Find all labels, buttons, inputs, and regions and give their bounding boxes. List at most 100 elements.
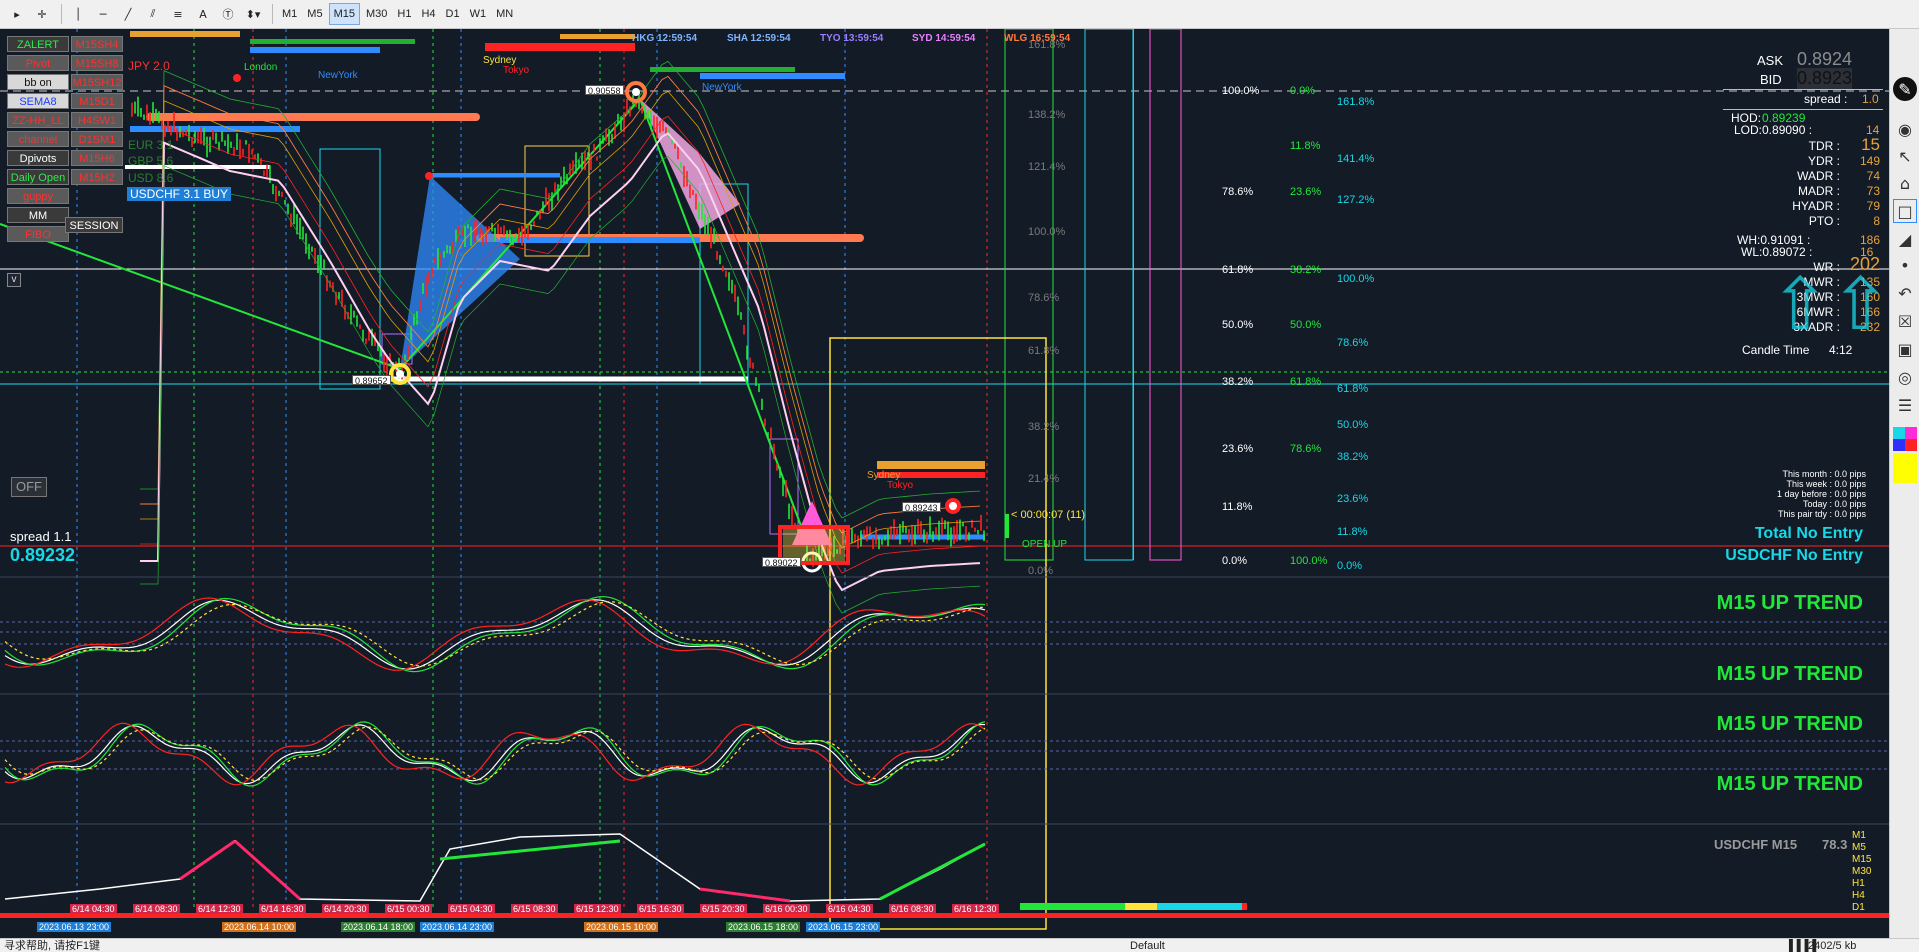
pivot-button[interactable]: Pivot bbox=[7, 55, 69, 71]
fib-extension: 161.8% bbox=[1337, 96, 1375, 108]
tf-d1[interactable]: D1 bbox=[442, 3, 464, 25]
session-name: London bbox=[244, 62, 278, 73]
fib-percent: 11.8% bbox=[1222, 501, 1253, 513]
tf-toggle[interactable]: M15SH4 bbox=[71, 36, 123, 52]
tf-toggle[interactable]: M15D1 bbox=[71, 93, 123, 109]
envelope-bands bbox=[140, 60, 981, 614]
time-axis-label: 6/15 08:30 bbox=[511, 904, 558, 914]
pen-icon[interactable]: ✎ bbox=[1893, 77, 1917, 101]
cursor-icon[interactable]: ▸ bbox=[6, 3, 28, 25]
fib-extension: 50.0% bbox=[1337, 419, 1369, 431]
tf-m15[interactable]: M15 bbox=[328, 3, 360, 25]
session-button[interactable]: SESSION bbox=[65, 217, 123, 233]
tf-m30[interactable]: M30 bbox=[362, 3, 391, 25]
status-profile: Default bbox=[1130, 940, 1165, 952]
trendline-icon[interactable]: ╱ bbox=[117, 3, 139, 25]
vertical-line-icon[interactable]: │ bbox=[67, 3, 89, 25]
bid-label: BID bbox=[1760, 72, 1782, 87]
tf-w1[interactable]: W1 bbox=[466, 3, 491, 25]
eraser-icon[interactable]: ◢ bbox=[1893, 227, 1917, 251]
timeline-marker: 2023.06.15 23:00 bbox=[806, 922, 881, 932]
zz-hh-ll-button[interactable]: ZZ-HH_LL bbox=[7, 112, 69, 128]
harmonic-pattern bbox=[400, 176, 520, 369]
fib-level: 61.8% bbox=[1028, 345, 1060, 357]
tf-toggle[interactable]: M15H6 bbox=[71, 150, 123, 166]
time-axis-label: 6/15 04:30 bbox=[448, 904, 495, 914]
fib-box bbox=[1149, 29, 1182, 561]
bid-value: 0.8923 bbox=[1797, 68, 1853, 89]
strength-strip bbox=[1125, 903, 1157, 910]
time-axis-label: 6/15 20:30 bbox=[700, 904, 747, 914]
collapse-button[interactable]: v bbox=[7, 273, 21, 287]
candle-countdown: < 00:00:07 (11) bbox=[1011, 509, 1086, 521]
tf-toggle[interactable]: M15H2 bbox=[71, 169, 123, 185]
color-swatch-red[interactable] bbox=[1905, 439, 1917, 451]
fib-box bbox=[1084, 29, 1134, 561]
zalert-button[interactable]: ZALERT bbox=[7, 36, 69, 52]
eye-icon[interactable]: ◉ bbox=[1893, 117, 1917, 141]
tf-m1[interactable]: M1 bbox=[278, 3, 301, 25]
total-entry-status: Total No Entry bbox=[1754, 525, 1863, 542]
fib-extension: 11.8% bbox=[1337, 526, 1368, 538]
open-up-label: OPEN UP bbox=[1022, 539, 1068, 550]
status-bar: 寻求帮助, 请按F1键 Default ▐▐▐▐ 2402/5 kb bbox=[0, 938, 1919, 952]
undo-icon[interactable]: ↶ bbox=[1893, 281, 1917, 305]
band-line bbox=[140, 155, 981, 614]
sema8-button[interactable]: SEMA8 bbox=[7, 93, 69, 109]
rectangle-icon[interactable]: □ bbox=[1893, 199, 1917, 223]
horizontal-line-icon[interactable]: ─ bbox=[92, 3, 114, 25]
oscillators bbox=[4, 596, 986, 903]
trend-arrow-icon: ⇧⇧ bbox=[1770, 265, 1891, 345]
tf-toggle[interactable]: M15SH12 bbox=[71, 74, 123, 90]
fractal-marker bbox=[425, 172, 433, 180]
session-bar bbox=[560, 34, 635, 39]
stat-key: HYADR : bbox=[1792, 199, 1840, 213]
dot-icon[interactable]: • bbox=[1893, 253, 1917, 277]
monitor-icon[interactable]: ▣ bbox=[1893, 337, 1917, 361]
tag-icon[interactable]: ⌂ bbox=[1893, 171, 1917, 195]
fib-level: 0.0% bbox=[1028, 565, 1054, 577]
tf-toggle[interactable]: D1SM1 bbox=[71, 131, 123, 147]
off-button[interactable]: OFF bbox=[11, 477, 47, 497]
pips-row: This month : 0.0 pips bbox=[1782, 469, 1866, 479]
color-swatch-blue[interactable] bbox=[1893, 439, 1905, 451]
color-swatch-cyan[interactable] bbox=[1893, 427, 1905, 439]
lod-label: LOD:0.89090 : bbox=[1734, 123, 1813, 137]
tf-h1[interactable]: H1 bbox=[393, 3, 415, 25]
bb-on-button[interactable]: bb on bbox=[7, 74, 69, 90]
tf-toggle[interactable]: H4SW1 bbox=[71, 112, 123, 128]
text-icon[interactable]: A bbox=[192, 3, 214, 25]
tf-m5[interactable]: M5 bbox=[303, 3, 326, 25]
channel-button[interactable]: channel bbox=[7, 131, 69, 147]
tf-h4[interactable]: H4 bbox=[417, 3, 439, 25]
fibonacci-icon[interactable]: ≡ bbox=[167, 3, 189, 25]
currency-strength-eur: EUR 3.1 bbox=[128, 138, 174, 152]
color-swatch-yellow[interactable] bbox=[1893, 453, 1917, 483]
price-chart[interactable]: HKG 12:59:54 SHA 12:59:54 TYO 13:59:54 S… bbox=[0, 29, 1891, 938]
fibo-button[interactable]: FIBO bbox=[7, 226, 69, 242]
camera-icon[interactable]: ◎ bbox=[1893, 365, 1917, 389]
tf-mn[interactable]: MN bbox=[492, 3, 517, 25]
fib-percent: 78.6% bbox=[1222, 186, 1254, 198]
fib-retrace: 11.8% bbox=[1290, 140, 1321, 152]
text-label-icon[interactable]: Ⓣ bbox=[217, 3, 239, 25]
session-bar bbox=[130, 31, 240, 37]
color-swatch-magenta[interactable] bbox=[1905, 427, 1917, 439]
crosshair-icon[interactable]: ✛ bbox=[31, 3, 53, 25]
oscillator-line bbox=[4, 721, 986, 787]
tf-toggle[interactable]: M15SH8 bbox=[71, 55, 123, 71]
pointer-icon[interactable]: ↖ bbox=[1893, 144, 1917, 168]
mm-button[interactable]: MM bbox=[7, 207, 69, 223]
pattern-leg bbox=[0, 223, 401, 370]
guppy-button[interactable]: guppy bbox=[7, 188, 69, 204]
trash-icon[interactable]: ☒ bbox=[1893, 309, 1917, 333]
channel-icon[interactable]: ⫽ bbox=[142, 3, 164, 25]
timeline-marker: 2023.06.15 10:00 bbox=[584, 922, 659, 932]
list-icon[interactable]: ☰ bbox=[1893, 393, 1917, 417]
pips-row: Today : 0.0 pips bbox=[1802, 499, 1866, 509]
price-tag: 0.90558 bbox=[585, 85, 624, 96]
dpivots-button[interactable]: Dpivots bbox=[7, 150, 69, 166]
arrows-icon[interactable]: ⬍▾ bbox=[242, 3, 264, 25]
session-bar bbox=[250, 47, 380, 53]
daily-open-button[interactable]: Daily Open bbox=[7, 169, 69, 185]
